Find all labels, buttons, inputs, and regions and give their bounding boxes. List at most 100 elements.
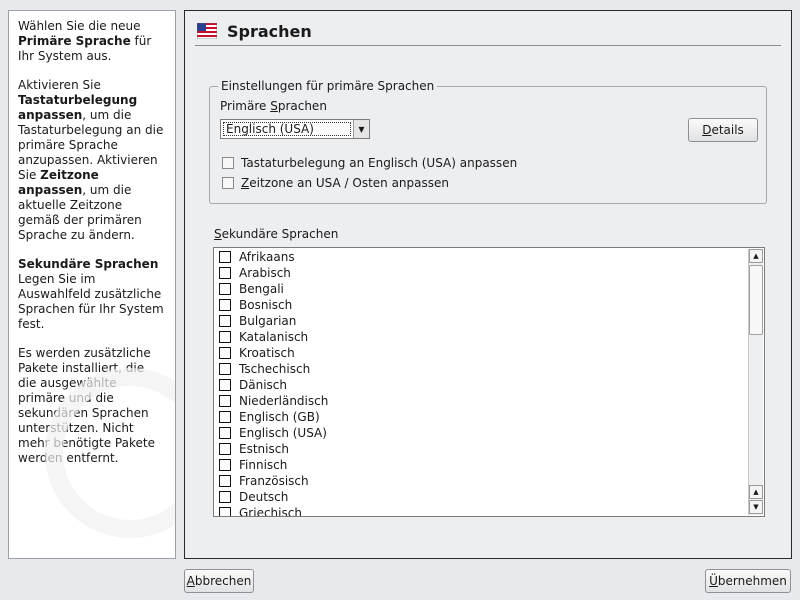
language-item[interactable]: Bengali <box>219 281 328 297</box>
language-item[interactable]: Estnisch <box>219 441 328 457</box>
accept-button[interactable]: Übernehmen <box>705 569 791 593</box>
page-title: Sprachen <box>227 21 312 41</box>
scroll-up-icon[interactable]: ▲ <box>749 249 763 263</box>
language-label: Estnisch <box>239 442 289 456</box>
language-checkbox[interactable] <box>219 427 231 439</box>
cancel-button[interactable]: Abbrechen <box>184 569 254 593</box>
timezone-adjust-checkbox[interactable] <box>222 177 234 189</box>
language-label: Bengali <box>239 282 284 296</box>
keyboard-adjust-checkbox[interactable] <box>222 157 234 169</box>
primary-language-group: Einstellungen für primäre Sprachen Primä… <box>209 79 767 204</box>
language-item[interactable]: Finnisch <box>219 457 328 473</box>
keyboard-adjust-label: Tastaturbelegung an Englisch (USA) anpas… <box>241 156 518 170</box>
help-text: Legen Sie im Auswahlfeld zusätzliche Spr… <box>18 272 164 331</box>
language-label: Arabisch <box>239 266 291 280</box>
secondary-languages-label: Sekundäre Sprachen <box>214 227 338 241</box>
language-item[interactable]: Arabisch <box>219 265 328 281</box>
primary-language-value: Englisch (USA) <box>223 122 351 136</box>
main-panel: Sprachen Einstellungen für primäre Sprac… <box>184 10 792 559</box>
language-label: Katalanisch <box>239 330 309 344</box>
language-item[interactable]: Griechisch <box>219 505 328 517</box>
language-label: Englisch (USA) <box>239 426 327 440</box>
language-item[interactable]: Tschechisch <box>219 361 328 377</box>
language-label: Englisch (GB) <box>239 410 320 424</box>
language-label: Bulgarian <box>239 314 297 328</box>
button-label: etails <box>711 123 744 137</box>
title-divider <box>195 45 781 46</box>
language-checkbox[interactable] <box>219 251 231 263</box>
language-checkbox[interactable] <box>219 475 231 487</box>
language-label: Kroatisch <box>239 346 295 360</box>
language-checkbox[interactable] <box>219 299 231 311</box>
language-item[interactable]: Katalanisch <box>219 329 328 345</box>
help-bold: Primäre Sprache <box>18 34 131 48</box>
language-item[interactable]: Bosnisch <box>219 297 328 313</box>
language-item[interactable]: Deutsch <box>219 489 328 505</box>
button-label: bernehmen <box>717 574 787 588</box>
label-text: Primäre <box>220 99 271 113</box>
scroll-down-icon[interactable]: ▼ <box>749 500 763 514</box>
page-header: Sprachen <box>196 17 312 45</box>
language-item[interactable]: Dänisch <box>219 377 328 393</box>
language-label: Tschechisch <box>239 362 311 376</box>
primary-language-label: Primäre Sprachen <box>220 99 327 113</box>
help-paragraph-keyboard: Aktivieren Sie Tastaturbelegung anpassen… <box>18 78 166 243</box>
language-checkbox[interactable] <box>219 459 231 471</box>
help-text: Wählen Sie die neue <box>18 19 141 33</box>
help-panel: Wählen Sie die neue Primäre Sprache für … <box>8 10 176 559</box>
timezone-adjust-checkbox-row[interactable]: Zeitzone an USA / Osten anpassen <box>222 176 449 190</box>
label-text: ekundäre Sprachen <box>221 227 339 241</box>
language-checkbox[interactable] <box>219 347 231 359</box>
button-label: bbrechen <box>194 574 252 588</box>
language-label: Bosnisch <box>239 298 293 312</box>
timezone-adjust-label: Zeitzone an USA / Osten anpassen <box>241 176 449 190</box>
scrollbar[interactable]: ▲ ▲ ▼ <box>748 249 763 515</box>
scrollbar-thumb[interactable] <box>749 265 763 335</box>
details-button[interactable]: Details <box>688 118 758 142</box>
language-item[interactable]: Afrikaans <box>219 249 328 265</box>
label-mnemonic: S <box>270 99 278 113</box>
help-text: Aktivieren Sie <box>18 78 101 92</box>
secondary-languages-list[interactable]: Afrikaans Arabisch Bengali Bosnisch Bulgaria… <box>213 247 765 517</box>
language-label: Afrikaans <box>239 250 295 264</box>
language-checkbox[interactable] <box>219 283 231 295</box>
language-label: Deutsch <box>239 490 289 504</box>
language-items: Afrikaans Arabisch Bengali Bosnisch Bulgaria… <box>219 249 328 517</box>
language-item[interactable]: Englisch (GB) <box>219 409 328 425</box>
language-item[interactable]: Englisch (USA) <box>219 425 328 441</box>
button-mnemonic: A <box>186 574 195 588</box>
language-label: Französisch <box>239 474 309 488</box>
language-checkbox[interactable] <box>219 331 231 343</box>
language-item[interactable]: Niederländisch <box>219 393 328 409</box>
language-checkbox[interactable] <box>219 267 231 279</box>
group-title: Einstellungen für primäre Sprachen <box>218 79 438 93</box>
language-label: Griechisch <box>239 506 302 517</box>
keyboard-adjust-checkbox-row[interactable]: Tastaturbelegung an Englisch (USA) anpas… <box>222 156 517 170</box>
language-checkbox[interactable] <box>219 395 231 407</box>
scroll-up-icon[interactable]: ▲ <box>749 485 763 499</box>
help-bold: Sekundäre Sprachen <box>18 257 159 271</box>
label-text: eitzone an USA / Osten anpassen <box>249 176 450 190</box>
language-item[interactable]: Kroatisch <box>219 345 328 361</box>
language-checkbox[interactable] <box>219 411 231 423</box>
language-checkbox[interactable] <box>219 443 231 455</box>
help-paragraph-primary: Wählen Sie die neue Primäre Sprache für … <box>18 19 166 64</box>
chevron-down-icon[interactable]: ▼ <box>353 120 369 138</box>
language-checkbox[interactable] <box>219 379 231 391</box>
language-checkbox[interactable] <box>219 507 231 516</box>
primary-language-select[interactable]: Englisch (USA) ▼ <box>220 119 370 139</box>
label-mnemonic: Z <box>241 176 250 190</box>
label-mnemonic: S <box>214 227 222 241</box>
language-item[interactable]: Französisch <box>219 473 328 489</box>
button-mnemonic: Ü <box>709 574 718 588</box>
language-label: Niederländisch <box>239 394 329 408</box>
language-checkbox[interactable] <box>219 363 231 375</box>
language-item[interactable]: Bulgarian <box>219 313 328 329</box>
language-checkbox[interactable] <box>219 491 231 503</box>
label-text: prachen <box>277 99 327 113</box>
language-label: Finnisch <box>239 458 288 472</box>
language-checkbox[interactable] <box>219 315 231 327</box>
language-label: Dänisch <box>239 378 287 392</box>
us-flag-icon <box>196 22 218 40</box>
help-paragraph-secondary: Sekundäre Sprachen Legen Sie im Auswahlfe… <box>18 257 166 332</box>
